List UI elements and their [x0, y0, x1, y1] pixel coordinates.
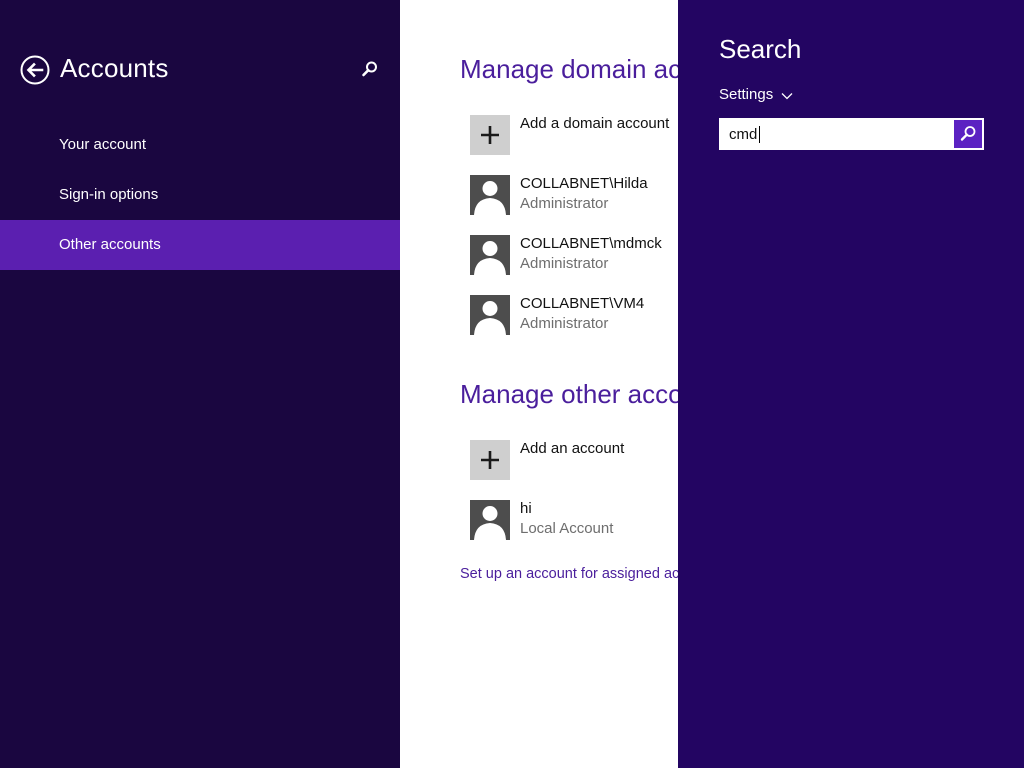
search-input[interactable] — [721, 120, 954, 148]
account-type: Administrator — [520, 255, 609, 272]
account-name: COLLABNET\Hilda — [520, 175, 648, 192]
search-submit-button[interactable] — [954, 120, 982, 148]
search-scope-label: Settings — [719, 86, 774, 103]
plus-icon — [470, 115, 510, 155]
account-type: Administrator — [520, 315, 609, 332]
search-icon[interactable] — [361, 60, 379, 78]
search-box — [719, 118, 984, 150]
user-silhouette-icon — [470, 295, 510, 335]
search-charm: Search Settings — [678, 0, 1024, 768]
page-title: Accounts — [60, 53, 169, 83]
nav-item-sign-in-options[interactable]: Sign-in options — [0, 170, 400, 220]
account-type: Local Account — [520, 520, 614, 537]
plus-icon — [470, 440, 510, 480]
user-silhouette-icon — [470, 235, 510, 275]
nav-list: Your account Sign-in options Other accou… — [0, 120, 400, 270]
search-charm-title: Search — [719, 34, 802, 64]
account-name: Add an account — [520, 440, 625, 457]
chevron-down-icon — [781, 87, 793, 104]
account-name: Add a domain account — [520, 115, 670, 132]
nav-header: Accounts — [0, 0, 400, 140]
magnifier-icon — [960, 126, 976, 141]
account-item-vm4[interactable]: COLLABNET\VM4 Administrator — [470, 295, 678, 335]
account-name: hi — [520, 500, 532, 517]
back-arrow-icon[interactable] — [20, 55, 50, 85]
user-silhouette-icon — [470, 500, 510, 540]
account-item-hi[interactable]: hi Local Account — [470, 500, 678, 540]
section-title-other-accounts: Manage other accounts — [460, 379, 678, 409]
nav-item-other-accounts[interactable]: Other accounts — [0, 220, 400, 270]
add-account-button[interactable]: Add an account — [470, 440, 678, 480]
account-name: COLLABNET\VM4 — [520, 295, 645, 312]
text-caret — [759, 126, 760, 143]
section-title-domain-accounts: Manage domain accounts — [460, 54, 678, 84]
nav-item-your-account[interactable]: Your account — [0, 120, 400, 170]
add-domain-account-button[interactable]: Add a domain account — [470, 115, 678, 155]
account-name: COLLABNET\mdmck — [520, 235, 662, 252]
navigation-pane: Accounts Your account Sign-in options Ot… — [0, 0, 400, 768]
account-type: Administrator — [520, 195, 609, 212]
search-scope-dropdown[interactable]: Settings — [719, 86, 793, 104]
account-item-hilda[interactable]: COLLABNET\Hilda Administrator — [470, 175, 678, 215]
assigned-access-link[interactable]: Set up an account for assigned access — [460, 566, 678, 582]
content-pane: Manage domain accounts Add a domain acco… — [400, 0, 678, 768]
account-item-mdmck[interactable]: COLLABNET\mdmck Administrator — [470, 235, 678, 275]
user-silhouette-icon — [470, 175, 510, 215]
